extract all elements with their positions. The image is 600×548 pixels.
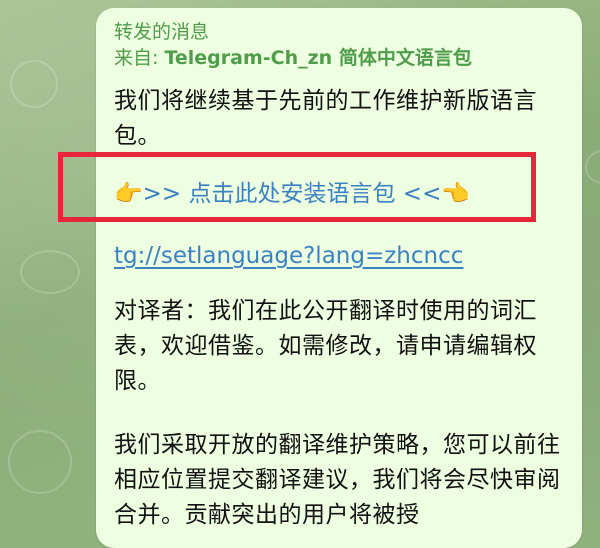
wallpaper-doodle [20, 250, 80, 294]
setlanguage-link[interactable]: tg://setlanguage?lang=zhcncc [114, 240, 463, 272]
message-paragraph-2: 对译者：我们在此公开翻译时使用的词汇表，欢迎借鉴。如需修改，请申请编辑权限。 [114, 298, 537, 394]
wallpaper-doodle [8, 430, 72, 494]
forwarded-from-prefix: 来自: [114, 47, 165, 69]
wallpaper-doodle [10, 60, 58, 108]
forwarded-source-channel[interactable]: Telegram-Ch_zn 简体中文语言包 [164, 47, 471, 69]
wallpaper-doodle [585, 150, 600, 184]
forwarded-label: 转发的消息 [114, 21, 210, 43]
message-paragraph-1: 我们将继续基于先前的工作维护新版语言包。 [114, 88, 537, 149]
message-paragraph-3: 我们采取开放的翻译维护策略，您可以前往相应位置提交翻译建议，我们将会尽快审阅合并… [114, 432, 561, 528]
highlight-box [58, 152, 536, 222]
forwarded-from[interactable]: 来自: Telegram-Ch_zn 简体中文语言包 [114, 46, 472, 70]
